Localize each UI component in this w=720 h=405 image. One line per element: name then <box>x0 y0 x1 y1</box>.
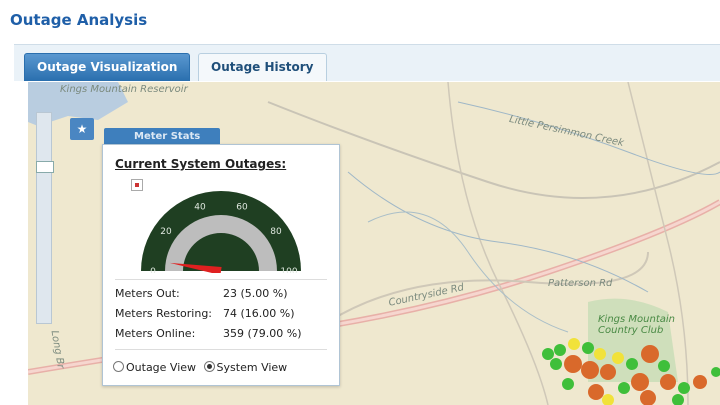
panel-title: Current System Outages: <box>115 157 287 171</box>
outage-panel: Current System Outages: 0 20 40 60 80 10… <box>102 144 340 386</box>
stat-label: Meters Out: <box>115 287 180 300</box>
outage-view-label[interactable]: Outage View <box>126 361 196 374</box>
outage-gauge: 0 20 40 60 80 100 <box>141 191 301 273</box>
outage-view-radio[interactable] <box>113 361 124 372</box>
gauge-tick-label: 20 <box>160 227 172 237</box>
map-label-place: Kings Mountain Country Club <box>598 314 675 336</box>
stat-row-meters-out: Meters Out: 23 (5.00 %) <box>115 287 288 300</box>
system-view-label[interactable]: System View <box>217 361 288 374</box>
tab-outage-visualization[interactable]: Outage Visualization <box>24 53 191 81</box>
zoom-handle[interactable] <box>36 161 54 173</box>
zoom-slider[interactable] <box>36 112 54 324</box>
stat-label: Meters Restoring: <box>115 307 213 320</box>
page-title: Outage Analysis <box>10 11 148 29</box>
stat-row-meters-restoring: Meters Restoring: 74 (16.00 %) <box>115 307 295 320</box>
header-bar: Outage Analysis <box>0 0 720 44</box>
stat-value: 359 (79.00 %) <box>223 327 302 340</box>
map-label-road: Patterson Rd <box>548 278 613 289</box>
stat-value: 23 (5.00 %) <box>223 287 288 300</box>
gauge-tick-label: 100 <box>280 267 297 273</box>
tab-bar: Outage Visualization Outage History <box>14 44 720 81</box>
divider <box>115 279 327 280</box>
stat-value: 74 (16.00 %) <box>223 307 295 320</box>
tab-outage-history[interactable]: Outage History <box>198 53 327 81</box>
gauge-tick-label: 60 <box>236 202 248 212</box>
gauge-tick-label: 80 <box>270 227 282 237</box>
stat-label: Meters Online: <box>115 327 196 340</box>
stat-row-meters-online: Meters Online: 359 (79.00 %) <box>115 327 302 340</box>
divider <box>115 349 327 350</box>
view-toggle: Outage View System View <box>113 361 287 374</box>
gauge-tick-label: 40 <box>194 202 206 212</box>
home-icon[interactable]: ★ <box>70 118 94 140</box>
map-label-place: Kings Mountain Reservoir <box>60 84 188 95</box>
system-view-radio[interactable] <box>203 361 215 372</box>
gauge-tick-label: 0 <box>150 267 156 273</box>
